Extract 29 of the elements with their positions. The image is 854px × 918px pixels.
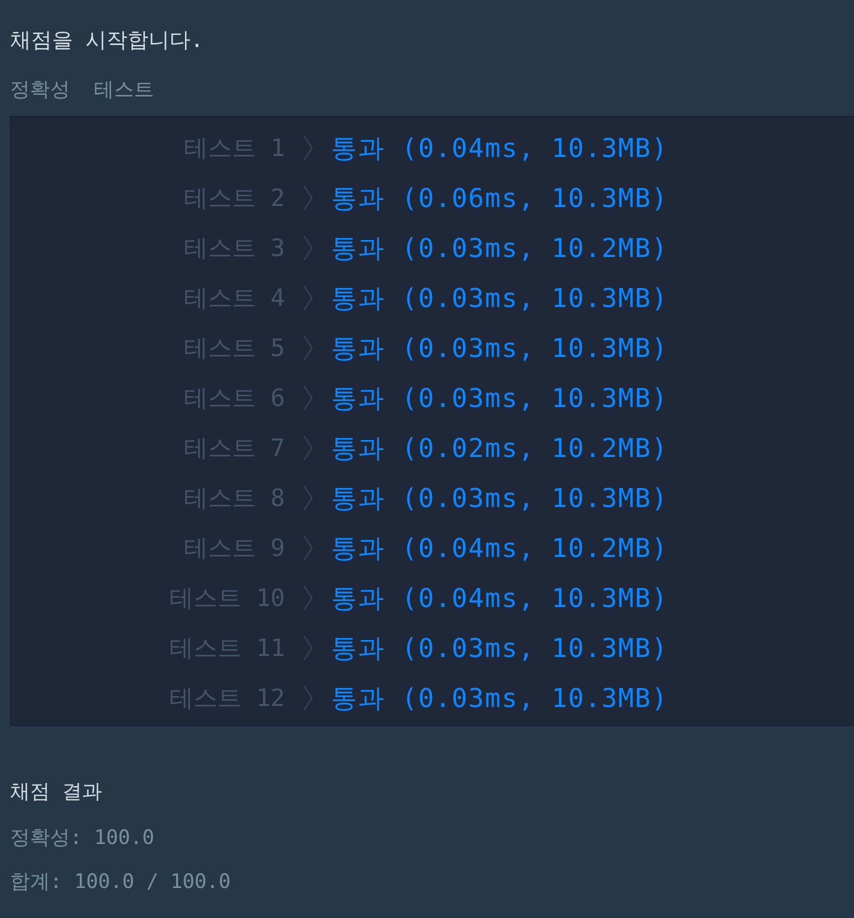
test-result: 통과 (0.03ms, 10.3MB) — [331, 682, 668, 716]
test-result: 통과 (0.03ms, 10.2MB) — [331, 232, 668, 266]
chevron-icon — [303, 235, 313, 261]
section-title: 정확성 테스트 — [10, 76, 154, 102]
chevron-icon — [303, 435, 313, 461]
test-result: 통과 (0.04ms, 10.3MB) — [331, 132, 668, 166]
chevron-icon — [303, 335, 313, 361]
chevron-icon — [303, 385, 313, 411]
chevron-icon — [303, 585, 313, 611]
chevron-icon — [303, 285, 313, 311]
test-result: 통과 (0.06ms, 10.3MB) — [331, 182, 668, 216]
chevron-icon — [303, 635, 313, 661]
chevron-icon — [303, 135, 313, 161]
test-result: 통과 (0.03ms, 10.3MB) — [331, 632, 668, 666]
test-result: 통과 (0.02ms, 10.2MB) — [331, 432, 668, 466]
chevron-icon — [303, 535, 313, 561]
summary-line: 합계: 100.0 / 100.0 — [10, 868, 231, 894]
chevron-icon — [303, 185, 313, 211]
test-result: 통과 (0.04ms, 10.2MB) — [331, 532, 668, 566]
test-result: 통과 (0.03ms, 10.3MB) — [331, 282, 668, 316]
chevron-icon — [303, 685, 313, 711]
test-result: 통과 (0.03ms, 10.3MB) — [331, 382, 668, 416]
test-result: 통과 (0.03ms, 10.3MB) — [331, 482, 668, 516]
grading-start-message: 채점을 시작합니다. — [10, 27, 204, 54]
test-result: 통과 (0.03ms, 10.3MB) — [331, 332, 668, 366]
summary-title: 채점 결과 — [10, 778, 102, 805]
summary-line: 정확성: 100.0 — [10, 824, 154, 850]
chevron-icon — [303, 485, 313, 511]
test-result: 통과 (0.04ms, 10.3MB) — [331, 582, 668, 616]
